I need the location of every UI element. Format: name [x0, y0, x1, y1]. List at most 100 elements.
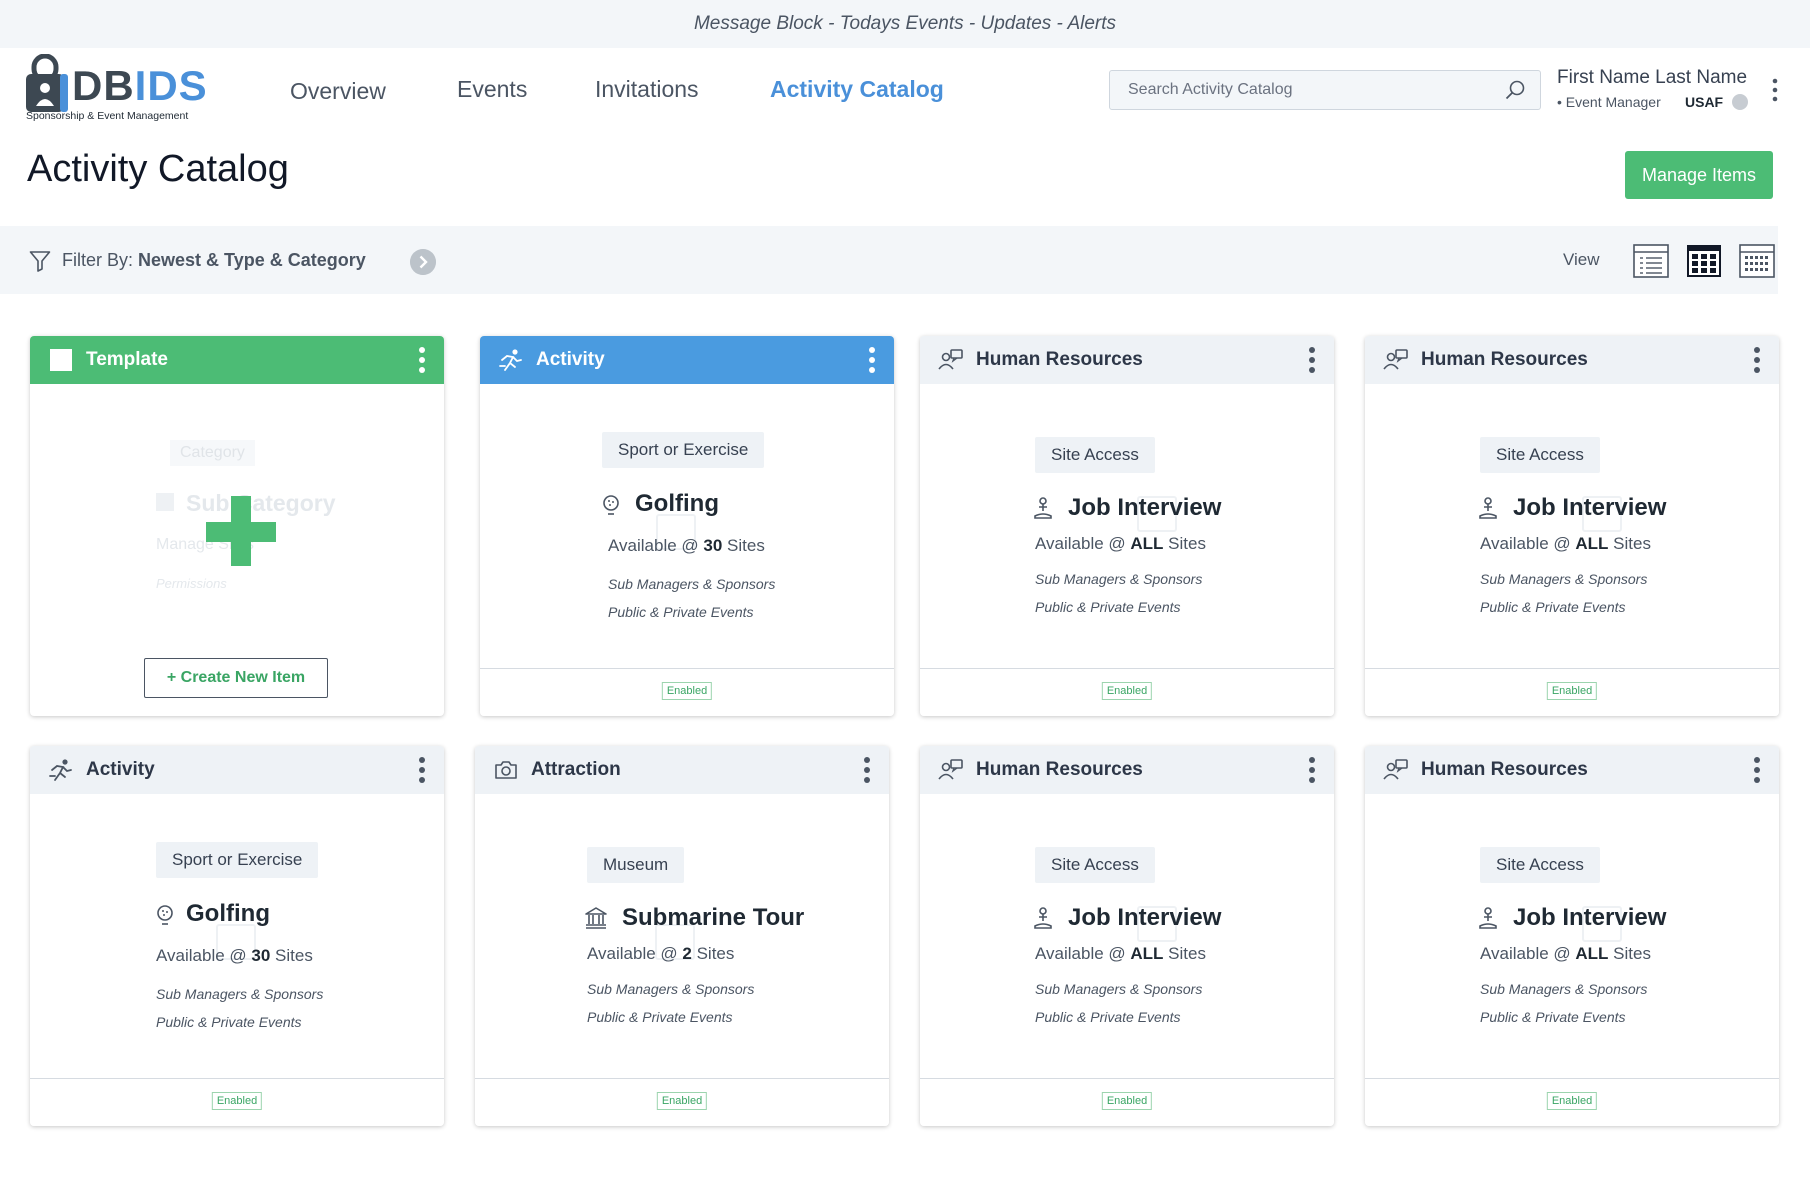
- meta-events: Public & Private Events: [1035, 1009, 1181, 1025]
- filter-label[interactable]: Filter By: Newest & Type & Category: [62, 250, 366, 271]
- filter-value: Newest & Type & Category: [138, 250, 366, 270]
- catalog-card[interactable]: Human Resources Site Access Job Intervie…: [1365, 746, 1779, 1126]
- brand-name: DBIDS: [72, 62, 208, 109]
- card-footer: Enabled: [1365, 668, 1779, 716]
- category-chip: Sport or Exercise: [156, 842, 319, 878]
- card-more-icon[interactable]: [1753, 756, 1761, 784]
- availability: Available @ ALL Sites: [1480, 944, 1651, 963]
- catalog-card[interactable]: Activity Sport or Exercise Golfing Avail…: [30, 746, 444, 1126]
- ghost-category: Category: [170, 440, 255, 466]
- hr-icon: [938, 759, 963, 780]
- meta-managers: Sub Managers & Sponsors: [1035, 981, 1203, 997]
- nav-events[interactable]: Events: [457, 76, 527, 103]
- brand-tagline: Sponsorship & Event Management: [26, 110, 189, 122]
- ghost-checkbox-icon: [156, 493, 174, 511]
- status-badge: Enabled: [661, 682, 713, 700]
- meta-managers: Sub Managers & Sponsors: [1480, 571, 1648, 587]
- category-chip: Site Access: [1035, 847, 1155, 883]
- hr-icon: [1383, 759, 1408, 780]
- card-footer: Enabled: [480, 668, 894, 716]
- status-badge: Enabled: [1546, 1092, 1598, 1110]
- card-footer: Enabled: [475, 1078, 889, 1126]
- nav-overview[interactable]: Overview: [290, 78, 386, 105]
- card-more-icon[interactable]: [1308, 756, 1316, 784]
- meta-events: Public & Private Events: [1480, 1009, 1626, 1025]
- meta-events: Public & Private Events: [156, 1014, 302, 1030]
- list-view-icon[interactable]: [1632, 243, 1670, 279]
- item-name: Job Interview: [1068, 494, 1222, 521]
- lock-person-logo-icon: [26, 54, 68, 112]
- grid-view-icon[interactable]: [1685, 243, 1723, 279]
- hr-icon: [1383, 349, 1408, 370]
- meta-managers: Sub Managers & Sponsors: [1480, 981, 1648, 997]
- card-more-icon[interactable]: [418, 346, 426, 374]
- card-header-title: Human Resources: [1421, 349, 1588, 370]
- card-footer: Enabled: [30, 1078, 444, 1126]
- card-header: Attraction: [475, 746, 889, 794]
- create-new-item-button[interactable]: + Create New Item: [144, 658, 328, 698]
- card-header-title: Activity: [86, 759, 155, 780]
- view-label: View: [1563, 250, 1600, 269]
- catalog-card[interactable]: Attraction Museum Submarine Tour Availab…: [475, 746, 889, 1126]
- catalog-card[interactable]: Human Resources Site Access Job Intervie…: [920, 746, 1334, 1126]
- meta-managers: Sub Managers & Sponsors: [608, 576, 776, 592]
- card-header: Human Resources: [1365, 336, 1779, 384]
- filter-icon[interactable]: [29, 250, 51, 272]
- filter-bar: Filter By: Newest & Type & Category: [0, 226, 1778, 294]
- nav-activity-catalog[interactable]: Activity Catalog: [770, 76, 944, 103]
- card-more-icon[interactable]: [863, 756, 871, 784]
- nav-invitations[interactable]: Invitations: [595, 76, 699, 103]
- message-bar: Message Block - Todays Events - Updates …: [0, 0, 1810, 48]
- card-footer: Enabled: [1365, 1078, 1779, 1126]
- availability: Available @ ALL Sites: [1035, 534, 1206, 553]
- card-more-icon[interactable]: [1308, 346, 1316, 374]
- user-role: • Event Manager: [1557, 94, 1661, 110]
- card-header-title: Human Resources: [1421, 759, 1588, 780]
- meta-events: Public & Private Events: [1035, 599, 1181, 615]
- search-input[interactable]: [1110, 71, 1490, 109]
- more-options-icon[interactable]: [1770, 78, 1780, 102]
- item-name: Golfing: [186, 900, 270, 927]
- category-chip: Site Access: [1480, 847, 1600, 883]
- card-header: Activity: [480, 336, 894, 384]
- hr-icon: [938, 349, 963, 370]
- calendar-view-icon[interactable]: [1738, 243, 1776, 279]
- status-badge: Enabled: [211, 1092, 263, 1110]
- status-badge: Enabled: [1101, 682, 1153, 700]
- golf-ball-icon: [157, 905, 173, 925]
- brand-logo[interactable]: DBIDS Sponsorship & Event Management: [26, 52, 208, 124]
- person-pin-icon: [1034, 907, 1052, 929]
- runner-icon: [499, 349, 522, 371]
- meta-managers: Sub Managers & Sponsors: [1035, 571, 1203, 587]
- person-pin-icon: [1479, 497, 1497, 519]
- ghost-permissions: Permissions: [156, 576, 227, 591]
- filter-apply-arrow-icon[interactable]: [410, 249, 436, 275]
- item-name: Golfing: [635, 490, 719, 517]
- item-name: Job Interview: [1513, 904, 1667, 931]
- status-badge: Enabled: [1546, 682, 1598, 700]
- user-org: USAF: [1685, 94, 1724, 110]
- availability: Available @ ALL Sites: [1035, 944, 1206, 963]
- golf-ball-icon: [603, 495, 619, 515]
- manage-items-button[interactable]: Manage Items: [1625, 151, 1773, 199]
- card-more-icon[interactable]: [418, 756, 426, 784]
- user-name[interactable]: First Name Last Name: [1557, 67, 1747, 89]
- catalog-card[interactable]: Activity Sport or Exercise Golfing Avail…: [480, 336, 894, 716]
- search-icon[interactable]: [1504, 79, 1526, 101]
- catalog-card[interactable]: Human Resources Site Access Job Intervie…: [1365, 336, 1779, 716]
- card-header-title: Activity: [536, 349, 605, 370]
- meta-events: Public & Private Events: [587, 1009, 733, 1025]
- template-card: Template Category Sub Category Manage Si…: [30, 336, 444, 716]
- status-badge: Enabled: [1101, 1092, 1153, 1110]
- card-header: Human Resources: [920, 336, 1334, 384]
- catalog-card[interactable]: Human Resources Site Access Job Intervie…: [920, 336, 1334, 716]
- meta-events: Public & Private Events: [608, 604, 754, 620]
- runner-icon: [49, 759, 72, 781]
- checkbox-icon[interactable]: [50, 349, 72, 371]
- card-header: Activity: [30, 746, 444, 794]
- card-more-icon[interactable]: [868, 346, 876, 374]
- person-pin-icon: [1479, 907, 1497, 929]
- camera-icon: [495, 761, 517, 779]
- card-more-icon[interactable]: [1753, 346, 1761, 374]
- page-title: Activity Catalog: [27, 148, 289, 190]
